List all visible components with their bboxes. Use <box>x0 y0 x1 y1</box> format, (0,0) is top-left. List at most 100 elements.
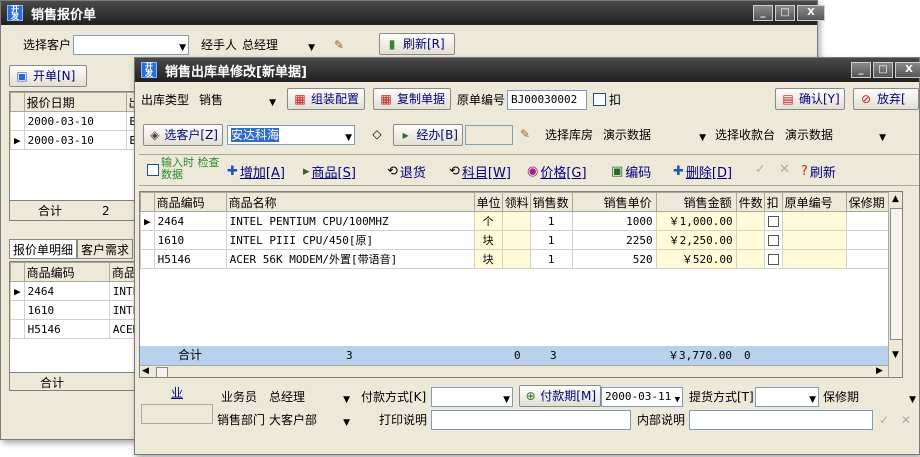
pay-date-button[interactable]: ⊕ 付款期[M] <box>519 385 601 407</box>
cell-code[interactable]: 2464 <box>153 211 227 231</box>
abandon-button[interactable]: ⊘ 放弃[ <box>853 88 919 110</box>
cell-unit[interactable]: 个 <box>473 211 503 231</box>
dept-select[interactable]: 大客户部 ▼ <box>265 410 353 430</box>
quote-list-grid[interactable]: 报价日期出库单编 2000-03-10BJ000300 ▶2000-03-10B… <box>9 91 139 221</box>
deduct-checkbox[interactable] <box>767 215 779 227</box>
cell-amount[interactable]: ￥1,000.00 <box>655 211 737 231</box>
scroll-right-icon[interactable]: ▶ <box>876 366 883 376</box>
warranty-select[interactable]: ▼ <box>859 387 919 407</box>
warehouse-select[interactable]: 演示数据 ▼ <box>599 125 709 145</box>
refresh-button[interactable]: ▮ 刷新[R] <box>379 33 455 55</box>
cell-price[interactable]: 2250 <box>571 230 657 250</box>
cell-qty[interactable]: 1 <box>529 249 573 269</box>
tab-quote-detail[interactable]: 报价单明细 <box>9 239 78 259</box>
cell-price[interactable]: 520 <box>571 249 657 269</box>
scroll-left-icon[interactable]: ◀ <box>142 366 149 376</box>
cell-qty[interactable]: 1 <box>529 211 573 231</box>
cell-amount[interactable]: ￥2,250.00 <box>655 230 737 250</box>
table-row[interactable]: ▶2000-03-10BJ000300 <box>10 130 138 150</box>
subject-button[interactable]: ⟲ 科目[W] <box>449 162 511 181</box>
brush-icon[interactable]: ✎ <box>517 126 533 142</box>
copy-bill-button[interactable]: ▦ 复制单据 <box>373 88 451 110</box>
deduct-checkbox[interactable] <box>593 93 606 106</box>
cell-qty[interactable]: 1 <box>529 230 573 250</box>
pay-method-select[interactable]: ▼ <box>431 387 513 407</box>
assemble-button[interactable]: ▦ 组装配置 <box>287 88 365 110</box>
pay-date-input[interactable]: 2000-03-11 ▼ <box>601 387 683 407</box>
cell-unit[interactable]: 块 <box>473 230 503 250</box>
table-row[interactable]: ▶ 2464 INTEL PENTIUM CPU/100MHZ 个 1 1000… <box>140 211 902 231</box>
cashier-select[interactable]: 演示数据 ▼ <box>781 125 889 145</box>
cell-pick[interactable] <box>501 249 531 269</box>
goods-button[interactable]: ▸ 商品[S] <box>303 162 356 181</box>
horizontal-scrollbar[interactable]: ◀ ▶ <box>140 365 888 377</box>
cell-name[interactable]: INTEL PIII CPU/450[原] <box>225 230 475 250</box>
goods-grid[interactable]: 商品编码 商品名称 单位 领料 销售数 销售单价 销售金额 件数 扣 原单编号 … <box>139 191 903 378</box>
brush-icon[interactable]: ✎ <box>331 37 347 53</box>
cell-price[interactable]: 1000 <box>571 211 657 231</box>
add-button[interactable]: ✚ 增加[A] <box>227 162 285 181</box>
scroll-up-icon[interactable]: ▲ <box>892 194 899 204</box>
inner-note-input[interactable] <box>689 410 873 430</box>
business-link[interactable]: 业 <box>171 384 183 402</box>
minimize-icon[interactable]: _ <box>851 62 871 78</box>
cell-pieces[interactable] <box>735 230 765 250</box>
cell-orig-no[interactable] <box>781 249 847 269</box>
table-row[interactable]: 2000-03-10BJ000300 <box>10 111 138 131</box>
table-row[interactable]: 1610 INTEL PIII CPU/450[原] 块 1 2250 ￥2,2… <box>140 230 902 250</box>
cell-name[interactable]: ACER 56K MODEM/外置[带语音] <box>225 249 475 269</box>
cell-deduct[interactable] <box>763 211 783 231</box>
tab-customer-demand[interactable]: 客户需求 <box>77 239 134 259</box>
handler-input[interactable] <box>465 125 513 145</box>
scroll-thumb[interactable] <box>890 208 902 340</box>
vertical-scrollbar[interactable]: ▲ ▼ <box>888 192 902 377</box>
cell-deduct[interactable] <box>763 249 783 269</box>
close-icon[interactable]: X <box>895 62 920 78</box>
input-check-checkbox[interactable] <box>147 164 159 176</box>
orig-no-input[interactable]: BJ00030002 <box>507 90 587 110</box>
cell-pick[interactable] <box>501 230 531 250</box>
select-customer-button[interactable]: ◈ 选客户[Z] <box>143 124 223 146</box>
cell-name[interactable]: INTEL PENTIUM CPU/100MHZ <box>225 211 475 231</box>
scroll-thumb[interactable] <box>156 367 168 377</box>
cell-pieces[interactable] <box>735 211 765 231</box>
cell-pieces[interactable] <box>735 249 765 269</box>
cell-amount[interactable]: ￥520.00 <box>655 249 737 269</box>
cross-icon[interactable]: ✕ <box>901 411 911 429</box>
quote-customer-select[interactable]: ▼ <box>73 35 189 55</box>
handler-select[interactable]: 总经理 ▼ <box>238 35 318 55</box>
price-button[interactable]: ◉ 价格[G] <box>527 162 587 181</box>
delivery-select[interactable]: ▼ <box>755 387 819 407</box>
minimize-icon[interactable]: _ <box>753 5 773 21</box>
maximize-icon[interactable]: □ <box>775 5 795 21</box>
table-row[interactable]: ▶2464INTEL PE <box>10 281 138 301</box>
maximize-icon[interactable]: □ <box>873 62 893 78</box>
cell-deduct[interactable] <box>763 230 783 250</box>
table-row[interactable]: H5146ACER 56K <box>10 319 138 339</box>
close-icon[interactable]: X <box>797 5 825 21</box>
open-bill-button[interactable]: ▣ 开单[N] <box>9 65 87 87</box>
table-row[interactable]: 1610INTEL PI <box>10 300 138 320</box>
scroll-down-icon[interactable]: ▼ <box>892 350 899 360</box>
cell-code[interactable]: 1610 <box>153 230 227 250</box>
check-icon[interactable]: ✓ <box>755 162 766 177</box>
deduct-checkbox[interactable] <box>767 253 779 265</box>
out-type-select[interactable]: 销售 ▼ <box>195 90 279 110</box>
cell-orig-no[interactable] <box>781 211 847 231</box>
cell-orig-no[interactable] <box>781 230 847 250</box>
print-note-input[interactable] <box>431 410 631 430</box>
handler-button[interactable]: ▸ 经办[B] <box>393 124 463 146</box>
code-button[interactable]: ▣ 编码 <box>611 162 651 181</box>
table-row[interactable]: H5146 ACER 56K MODEM/外置[带语音] 块 1 520 ￥52… <box>140 249 902 269</box>
customer-select[interactable]: 安达科海 ▼ <box>227 125 355 145</box>
cell-pick[interactable] <box>501 211 531 231</box>
cross-icon[interactable]: ✕ <box>779 162 790 177</box>
delete-button[interactable]: ✚ 删除[D] <box>673 162 732 181</box>
deduct-checkbox[interactable] <box>767 234 779 246</box>
salesman-select[interactable]: 总经理 ▼ <box>265 387 353 407</box>
return-button[interactable]: ⟲ 退货 <box>387 162 426 181</box>
detail-grid[interactable]: 商品编码商品名称 ▶2464INTEL PE 1610INTEL PI H514… <box>9 261 139 391</box>
refresh-grid-button[interactable]: ? 刷新 <box>801 162 836 181</box>
confirm-button[interactable]: ▤ 确认[Y] <box>775 88 845 110</box>
cell-unit[interactable]: 块 <box>473 249 503 269</box>
